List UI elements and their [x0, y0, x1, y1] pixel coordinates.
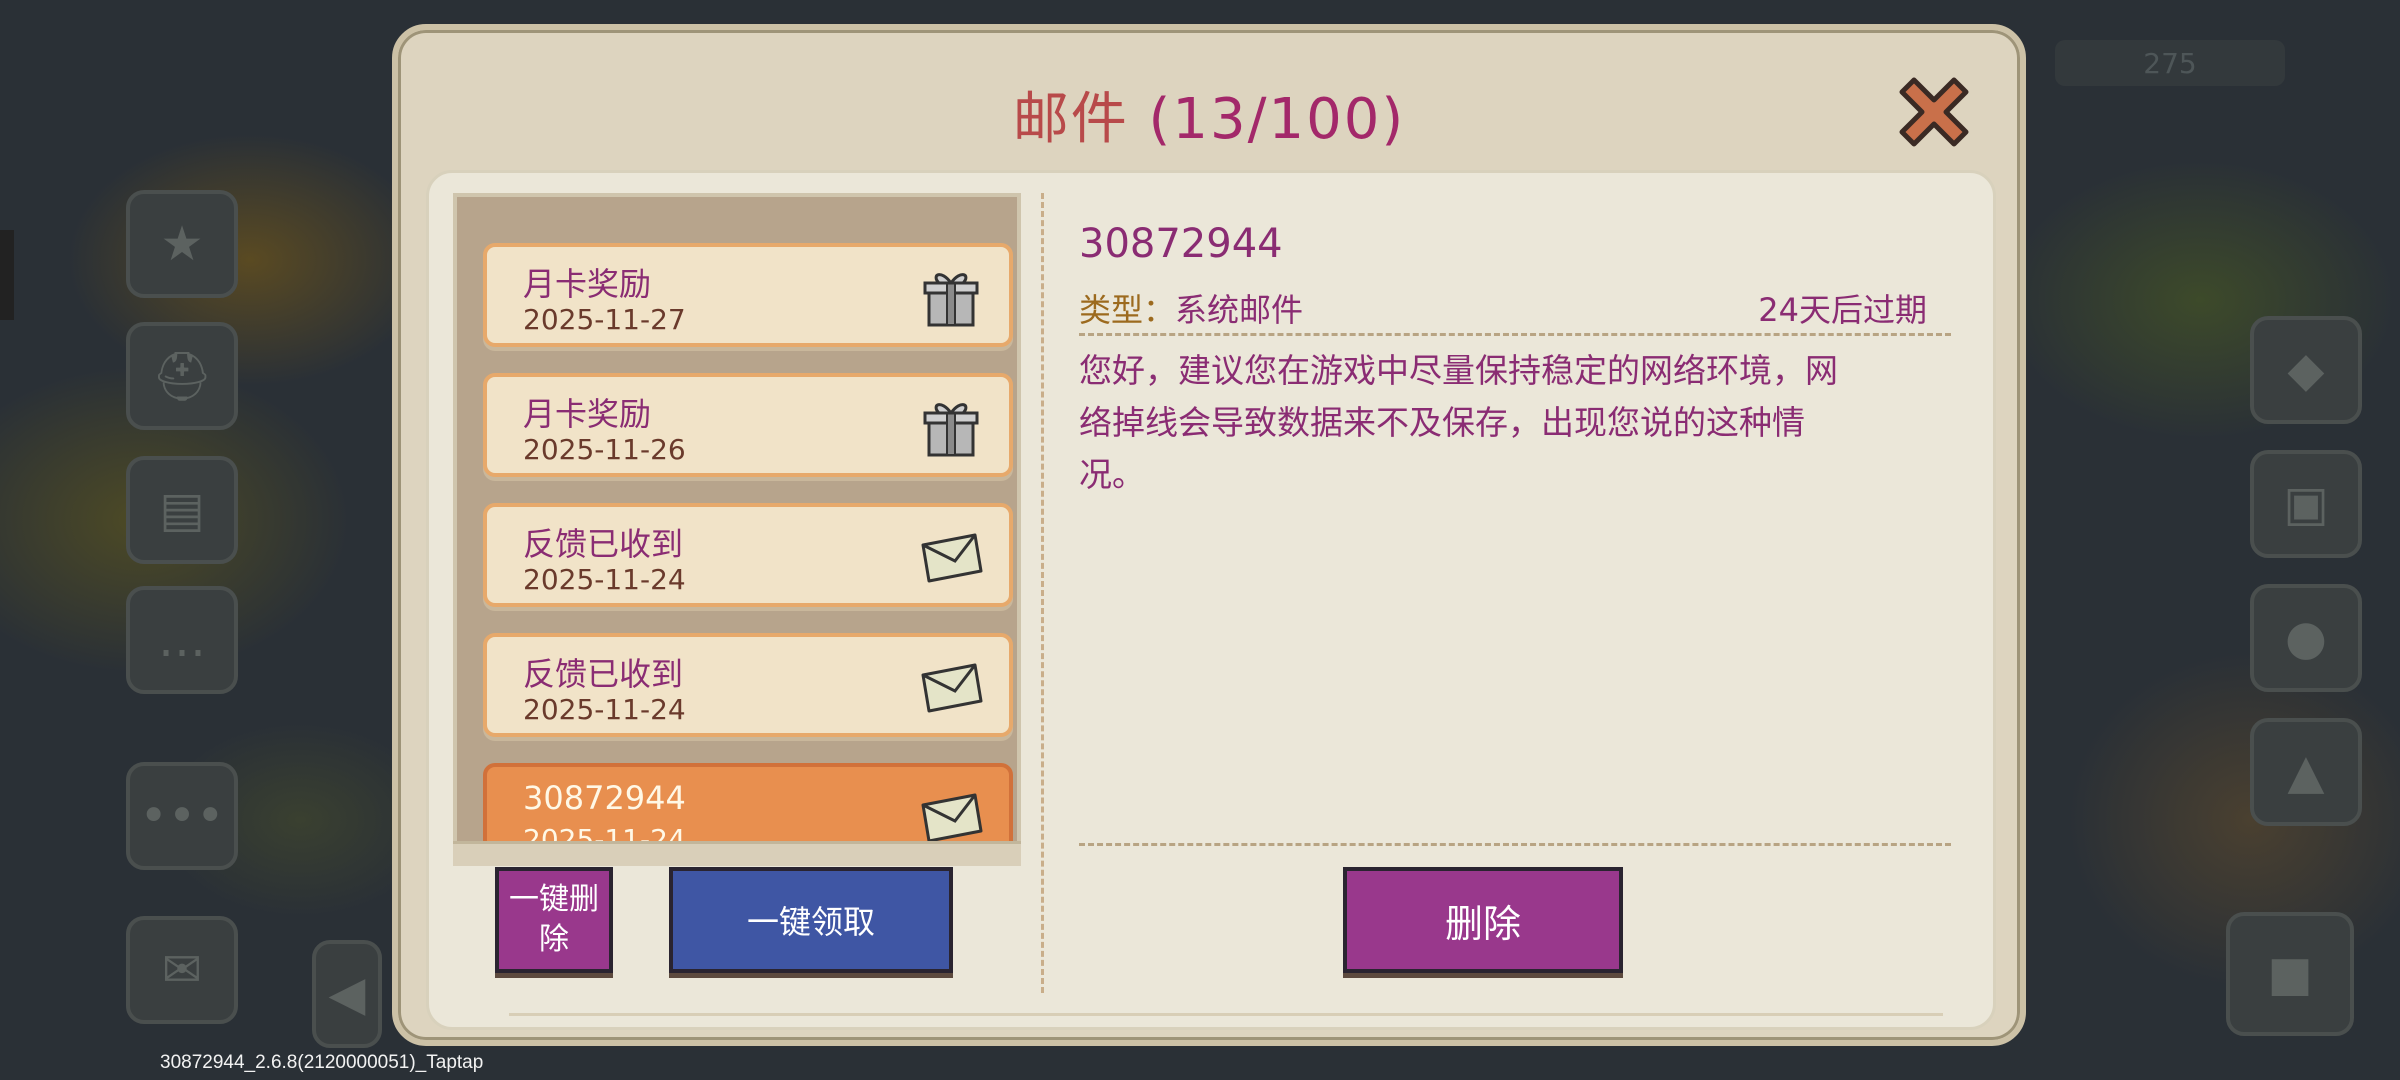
- bg-banner-button[interactable]: ◆: [2250, 316, 2362, 424]
- bg-more-button[interactable]: •••: [126, 762, 238, 870]
- dialog-content: 月卡奖励 2025-11-27 月卡奖励 2025-11-26 反馈已收到 20…: [426, 170, 1996, 1030]
- bg-back-button[interactable]: ◀: [312, 940, 382, 1048]
- mail-count: (13/100): [1148, 87, 1406, 152]
- side-tab[interactable]: [0, 230, 14, 320]
- mail-item-date: 2025-11-26: [523, 433, 686, 466]
- bg-map-button[interactable]: ✉: [126, 916, 238, 1024]
- mail-item[interactable]: 反馈已收到 2025-11-24: [483, 503, 1013, 607]
- mail-item-selected[interactable]: 30872944 2025-11-24: [483, 763, 1013, 841]
- bg-star-button[interactable]: ★: [126, 190, 238, 298]
- bg-chat-button[interactable]: …: [126, 586, 238, 694]
- mail-type-value: 系统邮件: [1175, 291, 1304, 329]
- gift-icon: [923, 273, 979, 327]
- envelope-icon: [921, 663, 983, 713]
- mail-item-title: 反馈已收到: [523, 655, 684, 693]
- bg-gift-button[interactable]: ▣: [2250, 450, 2362, 558]
- envelope-icon: [921, 793, 983, 841]
- bottom-rule: [509, 1013, 1943, 1016]
- mail-dialog: 邮件 (13/100) 月卡奖励 2025-11-27 月卡奖励 2025-11…: [392, 24, 2026, 1046]
- panel-divider: [1041, 193, 1044, 993]
- mail-list[interactable]: 月卡奖励 2025-11-27 月卡奖励 2025-11-26 反馈已收到 20…: [463, 219, 1015, 841]
- mail-item-date: 2025-11-24: [523, 693, 686, 726]
- claim-all-button[interactable]: 一键领取: [669, 867, 953, 973]
- mail-type-label: 类型：: [1079, 291, 1176, 329]
- mail-type: 类型：系统邮件: [1079, 285, 1303, 331]
- mail-expiry: 24天后过期: [1758, 291, 1927, 329]
- delete-all-button[interactable]: 一键删除: [495, 867, 613, 973]
- gift-icon: [923, 403, 979, 457]
- list-footer-bar: [453, 841, 1021, 866]
- delete-button[interactable]: 删除: [1343, 867, 1623, 973]
- dialog-title-label: 邮件: [1012, 87, 1129, 152]
- mail-item[interactable]: 反馈已收到 2025-11-24: [483, 633, 1013, 737]
- close-icon[interactable]: [1888, 66, 1980, 158]
- mail-item-title: 月卡奖励: [523, 265, 652, 303]
- mail-item-date: 2025-11-24: [523, 563, 686, 596]
- version-text: 30872944_2.6.8(2120000051)_Taptap: [160, 1052, 484, 1073]
- mail-item-title: 反馈已收到: [523, 525, 684, 563]
- mail-list-panel: 月卡奖励 2025-11-27 月卡奖励 2025-11-26 反馈已收到 20…: [453, 193, 1021, 866]
- detail-divider-bottom: [1079, 843, 1951, 846]
- bg-chest-button[interactable]: ■: [2226, 912, 2354, 1036]
- mail-detail-title: 30872944: [1079, 221, 1283, 267]
- mail-item-date: 2025-11-24: [523, 823, 686, 841]
- mail-item-date: 2025-11-27: [523, 303, 686, 336]
- bg-egg-button[interactable]: ●: [2250, 584, 2362, 692]
- top-resource-counter: 275: [2055, 40, 2285, 86]
- envelope-icon: [921, 533, 983, 583]
- bg-book-button[interactable]: ▤: [126, 456, 238, 564]
- detail-divider-top: [1079, 333, 1951, 336]
- mail-item-title: 月卡奖励: [523, 395, 652, 433]
- mail-item[interactable]: 月卡奖励 2025-11-27: [483, 243, 1013, 347]
- mail-item-title: 30872944: [523, 779, 686, 817]
- mail-item[interactable]: 月卡奖励 2025-11-26: [483, 373, 1013, 477]
- mail-body: 您好，建议您在游戏中尽量保持稳定的网络环境，网络掉线会导致数据来不及保存，出现您…: [1079, 351, 1838, 494]
- bg-hat-button[interactable]: ▲: [2250, 718, 2362, 826]
- dialog-title: 邮件 (13/100): [398, 74, 2020, 155]
- bg-helmet-button[interactable]: ⛑: [126, 322, 238, 430]
